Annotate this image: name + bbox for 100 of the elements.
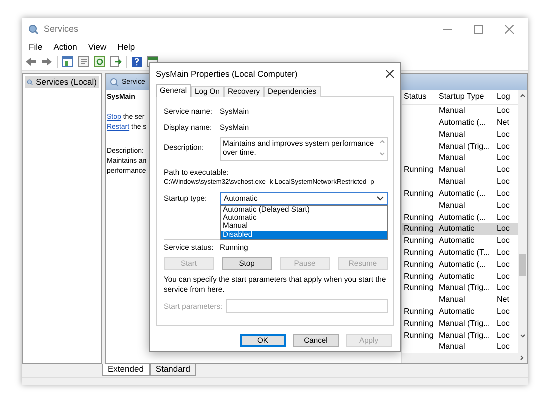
table-row[interactable]: Manual Loc [402,152,518,164]
table-row[interactable]: Running Automatic Loc [402,270,518,282]
table-cell-text: Automatic (... [439,212,488,222]
magnifier-icon [27,78,34,86]
table-cell-text: Manual [439,342,466,352]
table-row[interactable]: Manual Net [402,294,518,306]
table-cell-text: Automatic (... [439,118,488,128]
table-cell-text: Loc [497,224,511,234]
table-row[interactable]: Running Manual (Trig... Loc [402,317,518,330]
table-cell-text: Automatic (T... [439,248,492,257]
horizontal-scrollbar[interactable] [402,353,527,363]
table-cell-text: Automatic [439,236,476,246]
table-cell-text: Running [403,212,435,222]
table-cell-text: Automatic [439,272,476,281]
menu-item[interactable]: Action [52,42,78,52]
table-cell-text: Loc [497,188,511,198]
export-icon[interactable] [110,56,122,68]
table-row[interactable]: Manual Loc [402,341,518,353]
column-header[interactable]: Log [497,92,517,102]
help-icon[interactable] [131,56,143,68]
table-cell-text: Manual [439,130,466,139]
table-cell-text: Automatic [439,307,476,316]
table-cell-text: Manual [439,106,466,116]
menu-item[interactable]: Help [116,42,136,52]
table-row[interactable]: Automatic (... Net [402,116,518,128]
table-cell-text: Manual (Trig... [439,283,492,292]
table-row[interactable]: Manual Loc [402,176,518,188]
properties-icon[interactable] [78,56,90,68]
table-cell-text: Automatic (... [439,188,488,198]
table-row[interactable]: Running Automatic Loc [402,306,518,318]
table-cell-text: Loc [497,236,511,246]
table-cell-text: Manual [439,295,466,304]
table-cell-text: Manual (Trig... [439,318,492,328]
table-cell-text: Loc [497,177,511,186]
table-cell-text: Loc [497,200,511,210]
table-cell-text: Net [497,295,510,304]
table-cell-text: Running [403,224,435,234]
table-cell-text: Manual (Trig... [439,142,492,151]
panel-icon[interactable] [62,56,74,68]
table-cell-text: Automatic (... [439,260,488,269]
table-cell-text: Loc [497,307,511,316]
table-cell-text: Running [403,318,435,328]
table-cell-text: Loc [497,165,511,174]
table-cell-text: Running [403,248,435,257]
table-cell-text: Running [403,307,435,316]
table-cell-text: Manual [439,153,466,162]
table-cell-text: Loc [497,283,511,292]
magnifier-icon [110,78,119,86]
column-header[interactable]: Startup Type [439,92,497,102]
menu-item[interactable]: File [28,42,44,52]
table-cell-text: Loc [497,212,511,222]
table-row[interactable]: Running Automatic (... Loc [402,187,518,200]
table-cell-text: Loc [497,153,511,162]
table-cell-text: Loc [497,272,511,281]
menu-item[interactable]: View [87,42,108,52]
close-icon[interactable] [386,70,394,78]
table-cell-text: Manual [439,165,466,174]
table-cell-text: Running [403,260,435,269]
table-cell-text: Running [403,330,435,340]
table-cell-text: Loc [497,330,511,340]
table-cell-text: Running [403,236,435,246]
table-row[interactable]: Running Automatic (... Loc [402,211,518,223]
scroll-arrows-icon[interactable] [379,139,386,157]
table-row[interactable]: Running Automatic Loc [402,234,518,247]
table-cell-text: Loc [497,318,511,328]
window-title: Services [44,24,80,34]
table-row[interactable]: Running Automatic (T... Loc [402,246,518,258]
view-tab[interactable]: Extended [102,364,150,376]
table-cell-text: Manual [439,177,466,186]
table-row[interactable]: Running Manual (Trig... Loc [402,282,518,294]
table-cell-text: Loc [497,106,511,116]
maximize-icon[interactable] [474,24,483,34]
table-cell-text: Net [497,118,510,128]
table-cell-text: Running [403,165,435,174]
table-row[interactable]: Running Manual (Trig... Loc [402,329,518,342]
table-row[interactable]: Manual Loc [402,199,518,212]
vertical-scrollbar[interactable] [518,90,527,353]
forward-arrow-icon[interactable] [41,57,53,67]
table-cell-text: Loc [497,248,511,257]
chevron-down-icon [377,196,384,201]
table-cell-text: Loc [497,130,511,139]
column-header[interactable]: Status [402,92,439,102]
table-cell-text: Running [403,272,435,281]
table-row[interactable]: Manual (Trig... Loc [402,140,518,152]
table-cell-text: Running [403,188,435,198]
table-cell-text: Loc [497,142,511,151]
table-row[interactable]: Running Automatic (... Loc [402,258,518,270]
back-arrow-icon[interactable] [25,57,37,67]
table-row[interactable]: Running Automatic Loc [402,222,518,235]
table-cell-text: Loc [497,342,511,352]
table-cell-text: Automatic [439,224,476,234]
table-row[interactable]: Manual Loc [402,128,518,140]
view-tab[interactable]: Standard [150,364,196,376]
refresh-icon[interactable] [94,56,106,68]
dialog-title: SysMain Properties (Local Computer) [156,69,299,79]
table-cell-text: Loc [497,260,511,269]
table-row[interactable]: Manual Loc [402,104,518,117]
tree-item[interactable]: Services (Local) [25,76,99,88]
table-row[interactable]: Running Manual Loc [402,164,518,176]
table-cell-text: Running [403,283,435,292]
